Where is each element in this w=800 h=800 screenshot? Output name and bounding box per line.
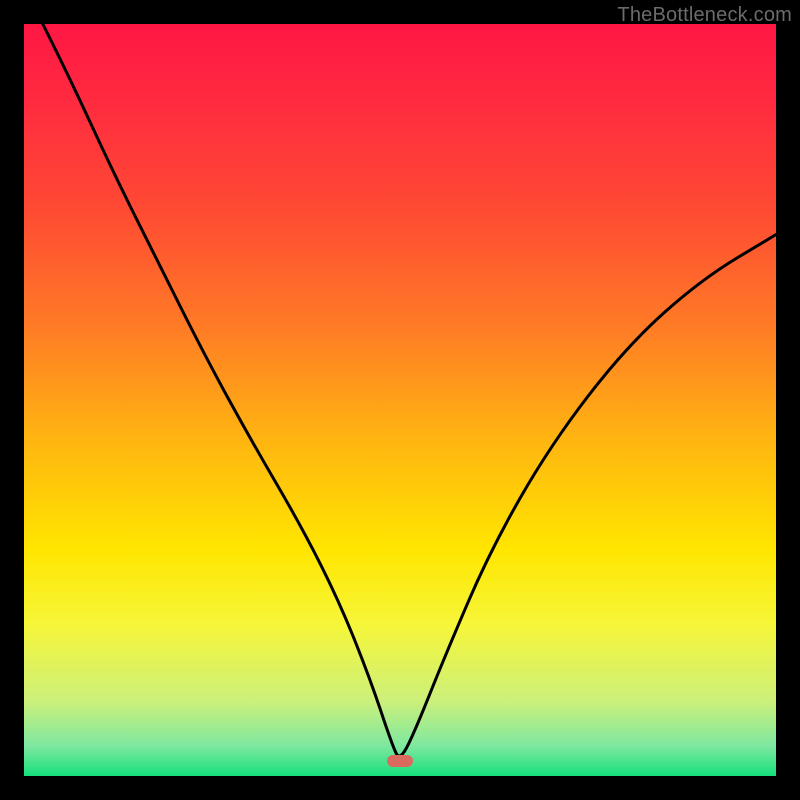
chart-frame: TheBottleneck.com	[0, 0, 800, 800]
chart-plot-area	[24, 24, 776, 776]
chart-background	[24, 24, 776, 776]
optimal-point-marker	[387, 755, 413, 767]
chart-svg	[24, 24, 776, 776]
attribution-text: TheBottleneck.com	[617, 4, 792, 27]
